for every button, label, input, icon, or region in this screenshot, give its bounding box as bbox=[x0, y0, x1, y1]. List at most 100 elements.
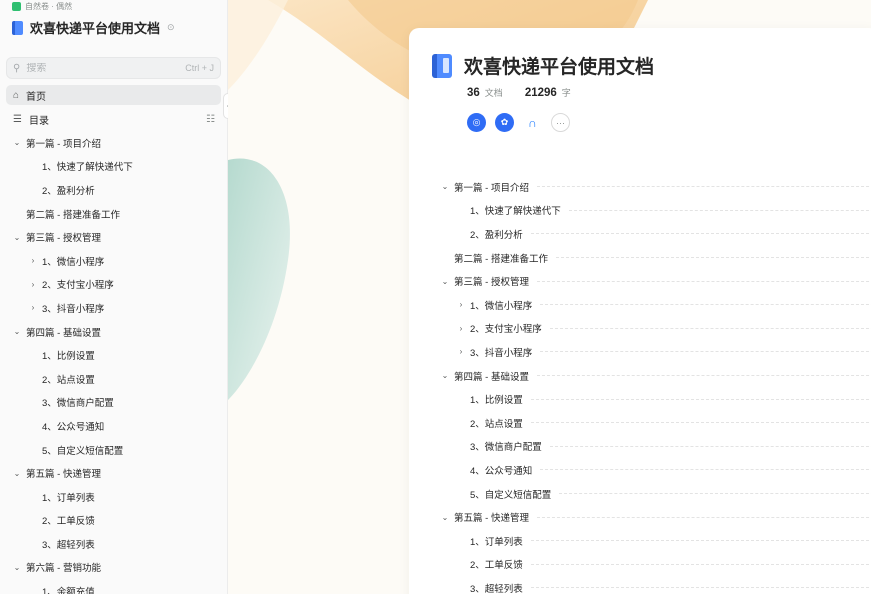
dotted-leader bbox=[536, 186, 871, 188]
breadcrumb-text[interactable]: 自然卷 · 偶然 bbox=[25, 1, 72, 12]
toc-item[interactable]: 1、订单列表 bbox=[0, 485, 227, 509]
nav-home[interactable]: ⌂ 首页 bbox=[6, 85, 221, 105]
toc-item-label: 2、工单反馈 bbox=[42, 516, 95, 528]
docs-unit: 文档 bbox=[484, 88, 503, 98]
toc-item-label: 3、抖音小程序 bbox=[42, 303, 105, 315]
chevron-right-icon[interactable]: › bbox=[456, 347, 466, 356]
toc-item-label: 1、快速了解快递代下 bbox=[42, 162, 133, 174]
toc-item-label: 第一篇 - 项目介绍 bbox=[26, 138, 101, 150]
toc-item-label: 第二篇 - 搭建准备工作 bbox=[26, 209, 120, 221]
search-box[interactable]: ⚲ Ctrl + J bbox=[6, 57, 221, 79]
toc-item[interactable]: 1、比例设置 bbox=[409, 387, 871, 411]
sidebar-book-title-text[interactable]: 欢喜快递平台使用文档 bbox=[30, 18, 160, 37]
toc-item-label: 3、超轻列表 bbox=[42, 539, 95, 551]
toc-toggle-icon[interactable]: ☷ bbox=[206, 114, 215, 125]
toc-item-label: 2、站点设置 bbox=[470, 418, 523, 430]
toc-item-label: 第三篇 - 授权管理 bbox=[26, 233, 101, 245]
avatar[interactable]: ◎ bbox=[467, 113, 486, 132]
sidebar: 自然卷 · 偶然 欢喜快递平台使用文档 ⊙ ⚲ Ctrl + J ⌂ 首页 ☰ … bbox=[0, 0, 228, 594]
toc-item[interactable]: 5、自定义短信配置 bbox=[0, 438, 227, 462]
chevron-down-icon[interactable]: ⌄ bbox=[440, 182, 450, 191]
chevron-right-icon[interactable]: › bbox=[28, 256, 38, 265]
toc-item[interactable]: › 3、抖音小程序 bbox=[0, 296, 227, 320]
toc-item-label: 4、公众号通知 bbox=[42, 421, 105, 433]
toc-item[interactable]: 4、公众号通知 bbox=[409, 458, 871, 482]
chevron-down-icon[interactable]: ⌄ bbox=[12, 138, 22, 147]
chevron-down-icon[interactable]: ⌄ bbox=[440, 513, 450, 522]
toc-item[interactable]: 2、工单反馈 bbox=[409, 553, 871, 577]
toc-item[interactable]: › 2、支付宝小程序 bbox=[409, 317, 871, 341]
toc-item[interactable]: › 2、支付宝小程序 bbox=[0, 273, 227, 297]
toc-item[interactable]: 3、超轻列表 bbox=[0, 532, 227, 556]
chevron-down-icon[interactable]: ⌄ bbox=[12, 327, 22, 336]
toc-item[interactable]: 第二篇 - 搭建准备工作 bbox=[409, 246, 871, 270]
dotted-leader bbox=[536, 375, 871, 377]
toc-item[interactable]: ⌄ 第一篇 - 项目介绍 bbox=[409, 175, 871, 199]
avatar[interactable]: ∩ bbox=[523, 113, 542, 132]
toc-item[interactable]: 2、工单反馈 bbox=[0, 509, 227, 533]
search-icon: ⚲ bbox=[13, 62, 21, 74]
search-shortcut: Ctrl + J bbox=[185, 63, 214, 73]
toc-item[interactable]: ⌄ 第五篇 - 快递管理 bbox=[0, 461, 227, 485]
chevron-right-icon[interactable]: › bbox=[28, 303, 38, 312]
chevron-right-icon[interactable]: › bbox=[456, 300, 466, 309]
search-input[interactable] bbox=[26, 62, 186, 74]
toc-item[interactable]: ⌄ 第六篇 - 营销功能 bbox=[0, 556, 227, 580]
toc-icon: ☰ bbox=[13, 113, 22, 125]
toc-item[interactable]: › 3、抖音小程序 bbox=[409, 340, 871, 364]
toc-item[interactable]: 3、微信商户配置 bbox=[0, 391, 227, 415]
toc-item[interactable]: › 1、微信小程序 bbox=[0, 249, 227, 273]
chevron-down-icon[interactable]: ⌄ bbox=[12, 563, 22, 572]
main-area: 欢喜快递平台使用文档 36 文档 21296 字 ◎ ✿ ∩ ··· ⌄ 第一篇 … bbox=[228, 0, 871, 594]
toc-item[interactable]: 1、余额充值 bbox=[0, 579, 227, 594]
toc-item[interactable]: 5、自定义短信配置 bbox=[409, 482, 871, 506]
toc-item-label: 第五篇 - 快递管理 bbox=[454, 513, 529, 525]
info-icon[interactable]: ⊙ bbox=[167, 22, 175, 33]
toc-item-label: 2、支付宝小程序 bbox=[42, 280, 114, 292]
chevron-right-icon[interactable]: › bbox=[28, 280, 38, 289]
dotted-leader bbox=[549, 327, 871, 329]
chevron-down-icon[interactable]: ⌄ bbox=[12, 469, 22, 478]
toc-item[interactable]: ⌄ 第四篇 - 基础设置 bbox=[409, 364, 871, 388]
chevron-down-icon[interactable]: ⌄ bbox=[440, 371, 450, 380]
toc-item[interactable]: ⌄ 第一篇 - 项目介绍 bbox=[0, 131, 227, 155]
dotted-leader bbox=[530, 398, 871, 400]
toc-item[interactable]: ⌄ 第三篇 - 授权管理 bbox=[409, 269, 871, 293]
toc-item-label: 1、比例设置 bbox=[470, 395, 523, 407]
toc-item-label: 第三篇 - 授权管理 bbox=[454, 277, 529, 289]
toc-item-label: 3、微信商户配置 bbox=[42, 398, 114, 410]
toc-item[interactable]: 2、站点设置 bbox=[0, 367, 227, 391]
toc-item[interactable]: 1、比例设置 bbox=[0, 343, 227, 367]
avatar[interactable]: ✿ bbox=[495, 113, 514, 132]
breadcrumb[interactable]: 自然卷 · 偶然 bbox=[12, 0, 72, 12]
toc-item[interactable]: › 1、微信小程序 bbox=[409, 293, 871, 317]
toc-item[interactable]: 2、站点设置 bbox=[409, 411, 871, 435]
toc-item[interactable]: 1、快速了解快递代下 bbox=[409, 199, 871, 223]
toc-item[interactable]: ⌄ 第四篇 - 基础设置 bbox=[0, 320, 227, 344]
dotted-leader bbox=[540, 469, 871, 471]
toc-item-label: 2、盈利分析 bbox=[470, 229, 523, 241]
chevron-right-icon[interactable]: › bbox=[456, 324, 466, 333]
toc-item[interactable]: 3、超轻列表 bbox=[409, 576, 871, 594]
more-button[interactable]: ··· bbox=[551, 113, 570, 132]
toc-item[interactable]: 4、公众号通知 bbox=[0, 414, 227, 438]
toc-item[interactable]: 2、盈利分析 bbox=[0, 178, 227, 202]
toc-item[interactable]: 2、盈利分析 bbox=[409, 222, 871, 246]
toc-item[interactable]: ⌄ 第三篇 - 授权管理 bbox=[0, 225, 227, 249]
toc-item[interactable]: 1、订单列表 bbox=[409, 529, 871, 553]
app-logo-icon bbox=[12, 1, 21, 11]
toc-item[interactable]: ⌄ 第五篇 - 快递管理 bbox=[409, 505, 871, 529]
sidebar-tree: ⌄ 第一篇 - 项目介绍 1、快速了解快递代下 2、盈利分析第二篇 - 搭建准备工作 ⌄… bbox=[0, 131, 227, 594]
toc-item-label: 第一篇 - 项目介绍 bbox=[454, 182, 529, 194]
toc-item-label: 5、自定义短信配置 bbox=[42, 445, 124, 457]
toc-item[interactable]: 1、快速了解快递代下 bbox=[0, 155, 227, 179]
toc-item-label: 3、超轻列表 bbox=[470, 583, 523, 594]
toc-item[interactable]: 第二篇 - 搭建准备工作 bbox=[0, 202, 227, 226]
toc-item-label: 1、比例设置 bbox=[42, 351, 95, 363]
sidebar-book-title[interactable]: 欢喜快递平台使用文档 ⊙ bbox=[12, 18, 175, 37]
toc-item[interactable]: 3、微信商户配置 bbox=[409, 435, 871, 459]
chevron-down-icon[interactable]: ⌄ bbox=[440, 277, 450, 286]
card-header: 欢喜快递平台使用文档 bbox=[432, 52, 654, 79]
nav-toc[interactable]: ☰ 目录 ☷ bbox=[6, 109, 221, 129]
chevron-down-icon[interactable]: ⌄ bbox=[12, 233, 22, 242]
